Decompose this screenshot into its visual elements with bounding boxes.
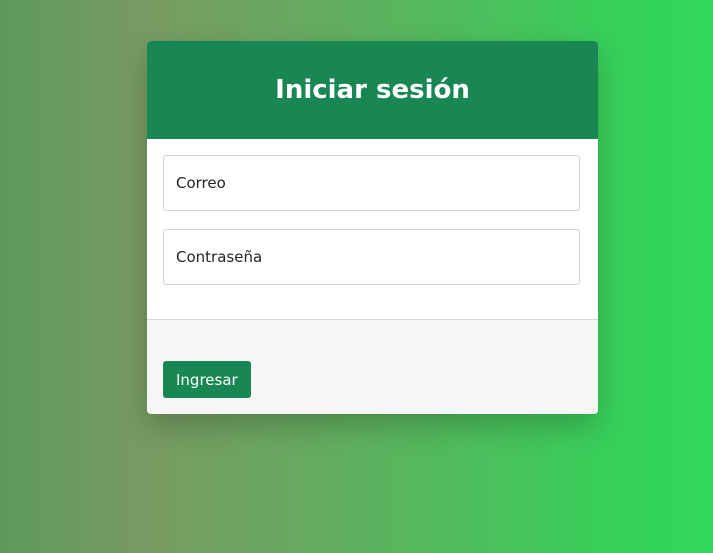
login-submit-button[interactable]: Ingresar <box>163 361 251 398</box>
password-field[interactable] <box>163 229 580 285</box>
login-card-footer: Ingresar <box>147 319 598 414</box>
login-card: Iniciar sesión Ingresar <box>147 41 598 414</box>
email-field[interactable] <box>163 155 580 211</box>
login-form <box>147 139 598 319</box>
login-title: Iniciar sesión <box>275 75 470 105</box>
login-card-header: Iniciar sesión <box>147 41 598 139</box>
